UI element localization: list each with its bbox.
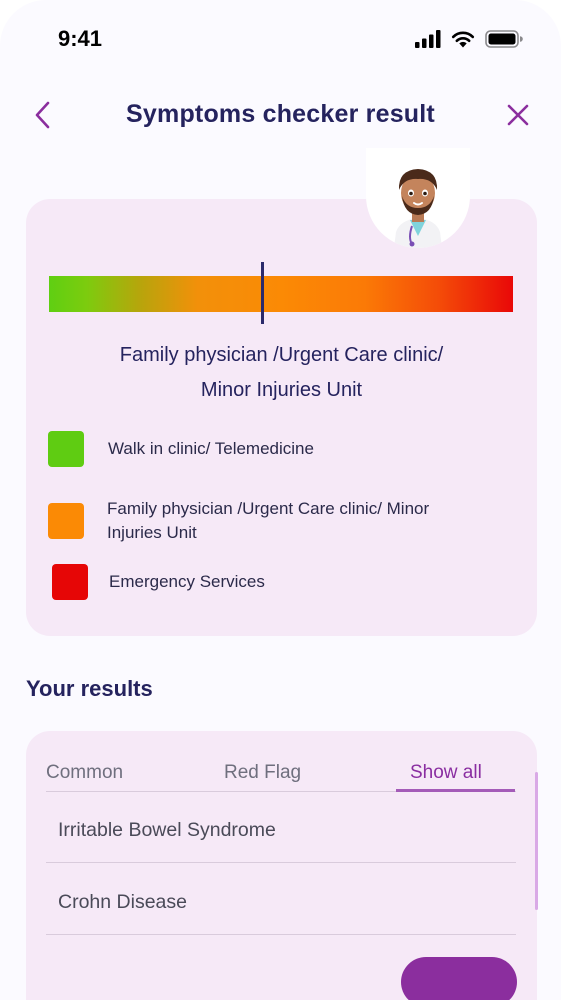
legend-label: Walk in clinic/ Telemedicine xyxy=(108,439,314,458)
legend-item-walk-in: Walk in clinic/ Telemedicine xyxy=(48,431,518,467)
tab-show-all[interactable]: Show all xyxy=(410,762,482,784)
legend-swatch-orange xyxy=(48,503,84,539)
results-scrollbar[interactable] xyxy=(535,772,538,910)
status-bar: 9:41 xyxy=(0,0,561,80)
triage-result-line-1: Family physician /Urgent Care clinic/ xyxy=(119,344,444,366)
doctor-avatar xyxy=(366,148,470,248)
status-icons xyxy=(415,30,523,48)
triage-result-title: Family physician /Urgent Care clinic/ Mi… xyxy=(26,338,537,408)
legend-label-line-1: Family physician /Urgent Care clinic/ Mi… xyxy=(107,499,430,518)
app-header: Symptoms checker result xyxy=(0,90,561,140)
cellular-signal-icon xyxy=(415,30,441,48)
result-item[interactable]: Crohn Disease xyxy=(46,863,516,935)
result-item-label: Crohn Disease xyxy=(58,891,187,913)
results-tabs: Common Red Flag Show all xyxy=(46,760,516,792)
legend-label: Emergency Services xyxy=(109,572,265,591)
battery-icon xyxy=(485,30,523,48)
close-button[interactable] xyxy=(503,100,533,130)
results-section-title: Your results xyxy=(26,676,153,701)
tab-common[interactable]: Common xyxy=(46,762,123,784)
close-icon xyxy=(507,104,529,126)
legend-swatch-green xyxy=(48,431,84,467)
legend-label: Family physician /Urgent Care clinic/ Mi… xyxy=(107,497,429,545)
tab-red-flag[interactable]: Red Flag xyxy=(224,762,301,784)
status-time: 9:41 xyxy=(58,26,103,51)
primary-action-button[interactable] xyxy=(401,957,517,1000)
phone-screen: 9:41 Symptoms checker result Family phys… xyxy=(0,0,561,1000)
wifi-icon xyxy=(451,31,475,48)
result-item[interactable]: Irritable Bowel Syndrome xyxy=(46,791,516,863)
legend-item-family-physician: Family physician /Urgent Care clinic/ Mi… xyxy=(48,497,518,545)
legend-swatch-red xyxy=(52,564,88,600)
triage-gauge xyxy=(49,276,513,312)
page-title: Symptoms checker result xyxy=(126,100,435,128)
result-item-label: Irritable Bowel Syndrome xyxy=(58,819,276,841)
legend-item-emergency: Emergency Services xyxy=(52,564,522,600)
legend-label-line-2: Injuries Unit xyxy=(107,523,197,542)
gauge-marker xyxy=(260,262,264,324)
triage-result-line-2: Minor Injuries Unit xyxy=(200,379,363,401)
